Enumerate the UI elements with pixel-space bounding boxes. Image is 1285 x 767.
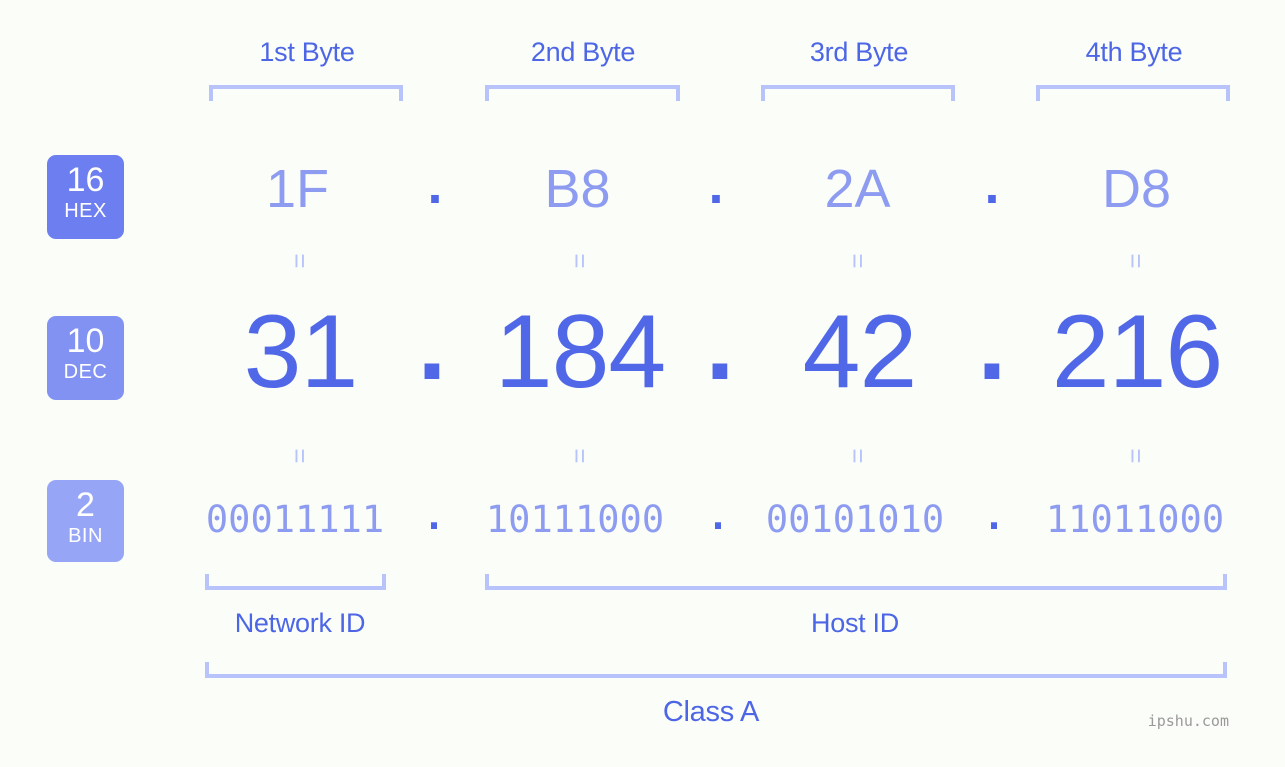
bin-value-4: 11011000 [1045,498,1225,541]
dec-value-4: 216 [1051,294,1224,410]
badge-dec-name: DEC [63,361,108,383]
byte-header-label-2: 2nd Byte [530,37,636,67]
badge-bin-name: BIN [68,525,103,547]
equals-icon-dec-bin-3: = [843,448,873,464]
byte-header-label-3: 3rd Byte [809,37,909,67]
hex-value-3: 2A [824,159,891,219]
equals-icon-dec-bin-2: = [565,448,595,464]
badge-hex-base: 16 [66,161,105,199]
hex-separator-1: . [427,155,443,215]
dec-value-3: 42 [802,294,918,410]
dec-value-1: 31 [243,294,359,410]
byte-bracket-1 [209,85,403,101]
dec-value-2: 184 [494,294,667,410]
host-id-label: Host ID [811,608,899,638]
badge-dec: 10 DEC [47,316,124,400]
equals-icon-hex-dec-3: = [843,253,873,269]
network-id-label: Network ID [234,608,366,638]
dec-separator-1: . [417,286,447,402]
watermark-ipshu: ipshu.com [1147,712,1229,730]
badge-hex-name: HEX [64,200,107,222]
byte-header-label-4: 4th Byte [1085,37,1183,67]
hex-value-1: 1F [265,159,330,219]
hex-separator-2: . [708,155,724,215]
host-id-bracket [485,574,1227,590]
badge-bin-base: 2 [76,486,95,524]
byte-bracket-4 [1036,85,1230,101]
bin-separator-3: . [982,495,1006,538]
bin-value-3: 00101010 [765,498,945,541]
ip-breakdown-diagram: 1st Byte 2nd Byte 3rd Byte 4th Byte 16 H… [0,0,1285,767]
byte-bracket-3 [761,85,955,101]
badge-dec-base: 10 [66,322,105,360]
hex-value-4: D8 [1101,159,1172,219]
hex-value-2: B8 [544,159,611,219]
class-bracket [205,662,1227,678]
badge-bin: 2 BIN [47,480,124,562]
byte-header-label-1: 1st Byte [259,37,355,67]
equals-icon-hex-dec-1: = [285,253,315,269]
network-id-bracket [205,574,386,590]
equals-icon-dec-bin-1: = [285,448,315,464]
badge-hex: 16 HEX [47,155,124,239]
bin-separator-1: . [422,495,446,538]
dec-separator-3: . [977,286,1007,402]
equals-icon-hex-dec-2: = [565,253,595,269]
equals-icon-dec-bin-4: = [1121,448,1151,464]
bin-value-2: 10111000 [485,498,665,541]
dec-separator-2: . [705,286,735,402]
equals-icon-hex-dec-4: = [1121,253,1151,269]
hex-separator-3: . [984,155,1000,215]
bin-value-1: 00011111 [205,498,385,541]
bin-separator-2: . [706,495,730,538]
byte-bracket-2 [485,85,680,101]
class-label: Class A [662,696,760,728]
